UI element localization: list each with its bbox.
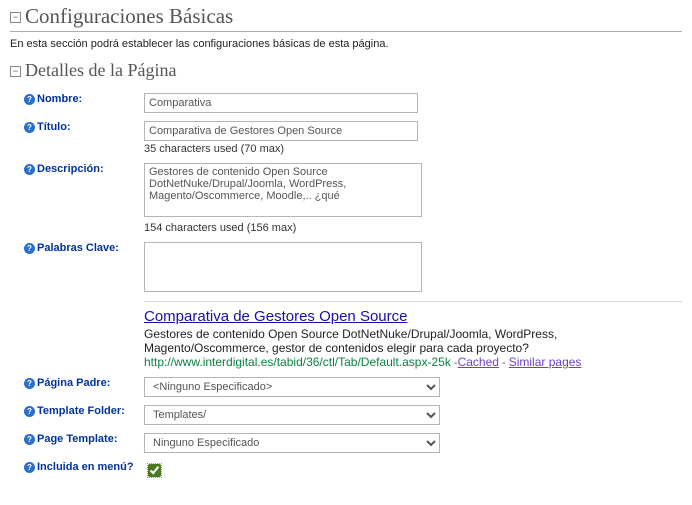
- pagina-padre-select[interactable]: <Ninguno Especificado>: [144, 377, 440, 397]
- help-icon[interactable]: ?: [24, 164, 35, 175]
- serp-title-link[interactable]: Comparativa de Gestores Open Source: [144, 308, 407, 325]
- subsection-title: Detalles de la Página: [25, 60, 176, 81]
- descripcion-counter: 154 characters used (156 max): [144, 222, 682, 234]
- serp-preview: Comparativa de Gestores Open Source Gest…: [144, 301, 682, 369]
- titulo-counter: 35 characters used (70 max): [144, 143, 682, 155]
- serp-cached-link[interactable]: Cached: [458, 355, 499, 369]
- label-template-folder: Template Folder:: [37, 405, 125, 417]
- help-icon[interactable]: ?: [24, 243, 35, 254]
- collapse-icon[interactable]: −: [10, 66, 21, 77]
- palabras-textarea[interactable]: [144, 242, 422, 292]
- help-icon[interactable]: ?: [24, 406, 35, 417]
- help-icon[interactable]: ?: [24, 122, 35, 133]
- serp-similar-link[interactable]: Similar pages: [509, 355, 582, 369]
- section-title: Configuraciones Básicas: [25, 4, 233, 29]
- serp-description: Gestores de contenido Open Source DotNet…: [144, 327, 682, 355]
- titulo-input[interactable]: [144, 121, 418, 141]
- label-nombre: Nombre:: [37, 93, 82, 105]
- serp-url: http://www.interdigital.es/tabid/36/ctl/…: [144, 355, 451, 369]
- page-template-select[interactable]: Ninguno Especificado: [144, 433, 440, 453]
- descripcion-textarea[interactable]: Gestores de contenido Open Source DotNet…: [144, 163, 422, 217]
- help-icon[interactable]: ?: [24, 434, 35, 445]
- label-page-template: Page Template:: [37, 433, 118, 445]
- collapse-icon[interactable]: −: [10, 12, 21, 23]
- help-icon[interactable]: ?: [24, 462, 35, 473]
- label-pagina-padre: Página Padre:: [37, 377, 110, 389]
- help-icon[interactable]: ?: [24, 378, 35, 389]
- section-intro: En esta sección podrá establecer las con…: [10, 38, 682, 50]
- nombre-input[interactable]: [144, 93, 418, 113]
- label-palabras: Palabras Clave:: [37, 242, 119, 254]
- label-incluida: Incluida en menú?: [37, 461, 134, 473]
- help-icon[interactable]: ?: [24, 94, 35, 105]
- incluida-checkbox[interactable]: [148, 464, 161, 477]
- label-descripcion: Descripción:: [37, 163, 104, 175]
- template-folder-select[interactable]: Templates/: [144, 405, 440, 425]
- label-titulo: Título:: [37, 121, 71, 133]
